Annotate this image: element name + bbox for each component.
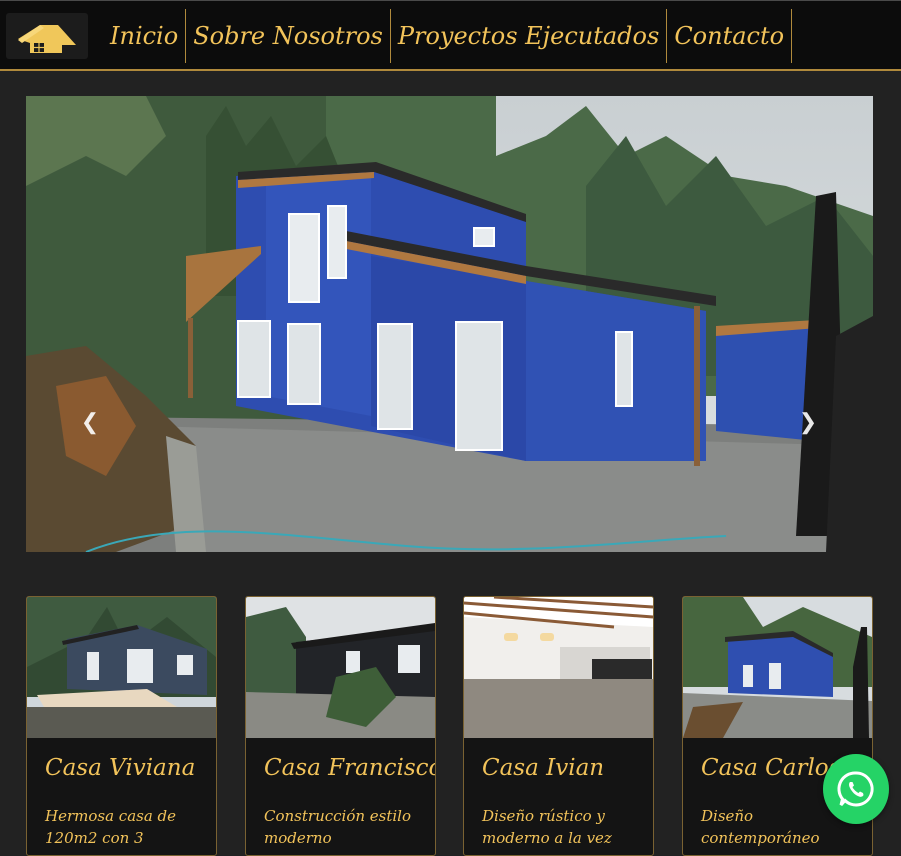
- project-title: Casa Carlos: [701, 755, 841, 781]
- nav-divider: [791, 9, 793, 63]
- project-image: [683, 597, 872, 738]
- carousel-next-button[interactable]: ❯: [798, 408, 818, 436]
- slide-image-blue-house: [26, 96, 873, 552]
- project-card[interactable]: Casa Viviana Hermosa casa de 120m2 con 3: [26, 596, 217, 856]
- logo[interactable]: [6, 13, 88, 59]
- project-card[interactable]: Casa Ivian Diseño rústico y moderno a la…: [463, 596, 654, 856]
- projects-grid: Casa Viviana Hermosa casa de 120m2 con 3…: [26, 596, 873, 856]
- whatsapp-icon: [837, 771, 874, 807]
- project-title: Casa Viviana: [45, 755, 196, 781]
- whatsapp-button[interactable]: [823, 754, 889, 824]
- hero-carousel: ❮ ❯: [26, 96, 873, 552]
- project-description: Diseño rústico y moderno a la vez: [482, 807, 612, 847]
- house-icon: [18, 25, 76, 53]
- main-nav: Inicio Sobre Nosotros Proyectos Ejecutad…: [103, 9, 793, 63]
- nav-item-inicio[interactable]: Inicio: [103, 9, 185, 63]
- project-description: Hermosa casa de 120m2 con 3: [45, 807, 177, 847]
- chevron-left-icon: ❮: [80, 409, 100, 435]
- nav-item-contacto[interactable]: Contacto: [667, 9, 791, 63]
- project-description: Construcción estilo moderno: [264, 807, 412, 847]
- navbar: Inicio Sobre Nosotros Proyectos Ejecutad…: [0, 1, 901, 71]
- project-title: Casa Francisco: [264, 755, 436, 781]
- project-image: [464, 597, 653, 738]
- project-title: Casa Ivian: [482, 755, 605, 781]
- chevron-right-icon: ❯: [798, 409, 818, 435]
- carousel-prev-button[interactable]: ❮: [80, 408, 100, 436]
- nav-item-proyectos-ejecutados[interactable]: Proyectos Ejecutados: [391, 9, 666, 63]
- project-image: [246, 597, 435, 738]
- project-card[interactable]: Casa Francisco Construcción estilo moder…: [245, 596, 436, 856]
- project-image: [27, 597, 216, 738]
- nav-item-sobre-nosotros[interactable]: Sobre Nosotros: [186, 9, 390, 63]
